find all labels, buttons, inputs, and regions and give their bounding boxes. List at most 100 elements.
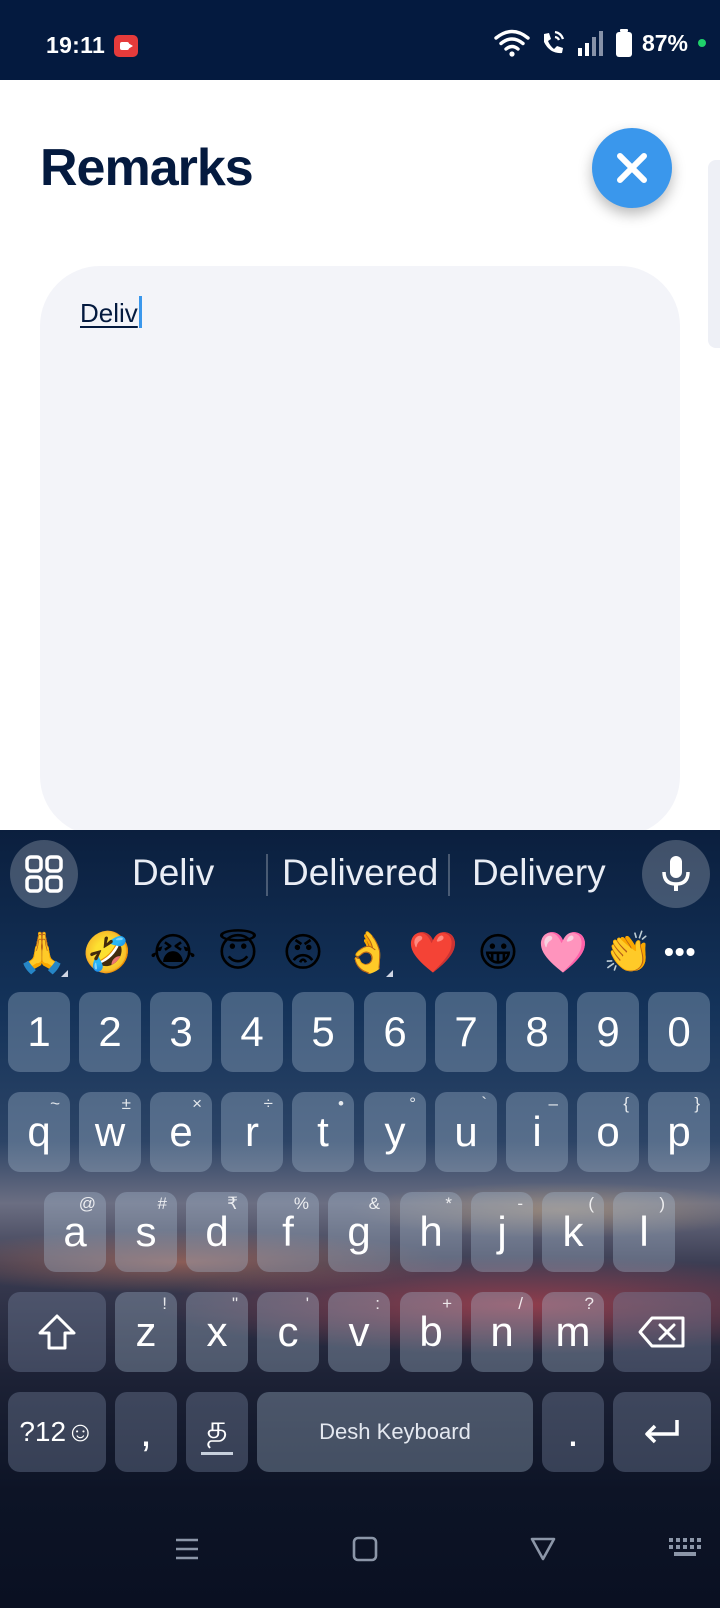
key-f[interactable]: f% <box>257 1192 319 1272</box>
language-switch-key[interactable]: த <box>186 1392 248 1472</box>
emoji-suggestion-row: 🙏 🤣 😭 😇 😡 👌 ❤️ 😀 🩷 👏 ••• <box>0 928 720 984</box>
key-hint: - <box>517 1194 523 1213</box>
key-hint: / <box>518 1294 523 1313</box>
key-k[interactable]: k( <box>542 1192 604 1272</box>
key-e[interactable]: e × <box>150 1092 212 1172</box>
key-hint: ° <box>409 1094 416 1113</box>
emoji-key[interactable]: 😇 <box>213 928 263 978</box>
key-s[interactable]: s # <box>115 1192 177 1272</box>
key-j[interactable]: j- <box>471 1192 533 1272</box>
key-hint: ` <box>481 1094 487 1113</box>
key-hint: @ <box>78 1194 96 1213</box>
key-w[interactable]: w ± <box>79 1092 141 1172</box>
close-button[interactable] <box>592 128 672 208</box>
remarks-textarea[interactable]: Deliv <box>40 266 680 836</box>
key-label: j <box>497 1208 507 1255</box>
key-r[interactable]: r ÷ <box>221 1092 283 1172</box>
enter-key[interactable] <box>613 1392 711 1472</box>
close-icon <box>617 153 647 183</box>
space-key[interactable]: Desh Keyboard <box>257 1392 533 1472</box>
more-emojis-button[interactable]: ••• <box>664 936 696 968</box>
key-label: q <box>27 1108 51 1155</box>
key-hint: ~ <box>50 1094 60 1113</box>
key-g[interactable]: g & <box>328 1192 390 1272</box>
emoji-key[interactable]: 😡 <box>278 928 328 978</box>
key-6[interactable]: 6 <box>364 992 426 1072</box>
key-hint: } <box>694 1094 700 1113</box>
status-time: 19:11 <box>46 32 106 58</box>
key-label: x <box>206 1308 228 1355</box>
key-hint: ? <box>584 1294 594 1313</box>
key-v[interactable]: v: <box>328 1292 390 1372</box>
key-a[interactable]: a @ <box>44 1192 106 1272</box>
key-label: m <box>555 1308 591 1355</box>
key-d[interactable]: d ₹ <box>186 1192 248 1272</box>
key-hint: " <box>231 1294 238 1313</box>
key-p[interactable]: p} <box>648 1092 710 1172</box>
key-8[interactable]: 8 <box>506 992 568 1072</box>
emoji-key[interactable]: 🩷 <box>538 928 588 978</box>
battery-percentage: 87% <box>641 29 688 56</box>
key-label: g <box>347 1208 371 1255</box>
key-z[interactable]: z! <box>115 1292 177 1372</box>
emoji-key[interactable]: 😀 <box>473 928 523 978</box>
key-label: o <box>596 1108 620 1155</box>
key-label: i <box>532 1108 542 1155</box>
voice-input-button[interactable] <box>642 840 710 908</box>
suggestion-1[interactable]: Deliv <box>132 852 214 894</box>
key-7[interactable]: 7 <box>435 992 497 1072</box>
key-hint: + <box>442 1294 452 1313</box>
key-hint: : <box>375 1294 380 1313</box>
key-x[interactable]: x " <box>186 1292 248 1372</box>
backspace-key[interactable] <box>613 1292 711 1372</box>
key-4[interactable]: 4 <box>221 992 283 1072</box>
emoji-key[interactable]: 😭 <box>148 928 198 978</box>
key-1[interactable]: 1 <box>8 992 70 1072</box>
back-icon[interactable] <box>530 1536 556 1562</box>
side-scroll-handle[interactable] <box>708 160 720 348</box>
key-b[interactable]: b + <box>400 1292 462 1372</box>
key-o[interactable]: o{ <box>577 1092 639 1172</box>
key-i[interactable]: i – <box>506 1092 568 1172</box>
emoji-key[interactable]: ❤️ <box>408 928 458 978</box>
page-title: Remarks <box>40 139 254 197</box>
keyboard-menu-button[interactable] <box>10 840 78 908</box>
key-h[interactable]: h * <box>400 1192 462 1272</box>
emoji-key[interactable]: 🙏 <box>17 928 67 978</box>
key-y[interactable]: y ° <box>364 1092 426 1172</box>
key-5[interactable]: 5 <box>292 992 354 1072</box>
symbols-key[interactable]: ?12☺ <box>8 1392 106 1472</box>
suggestion-3[interactable]: Delivery <box>472 852 606 894</box>
key-c[interactable]: c ' <box>257 1292 319 1372</box>
on-screen-keyboard: Deliv Delivered Delivery 🙏 🤣 😭 😇 😡 👌 ❤️ … <box>0 830 720 1608</box>
key-9[interactable]: 9 <box>577 992 639 1072</box>
key-m[interactable]: m? <box>542 1292 604 1372</box>
key-q[interactable]: q ~ <box>8 1092 70 1172</box>
wifi-icon <box>494 29 530 57</box>
shift-key[interactable] <box>8 1292 106 1372</box>
home-icon[interactable] <box>352 1536 378 1562</box>
key-label: b <box>419 1308 443 1355</box>
key-hint: ' <box>305 1294 309 1313</box>
recents-icon[interactable] <box>174 1536 200 1562</box>
period-key[interactable]: . <box>542 1392 604 1472</box>
key-hint: ! <box>162 1294 167 1313</box>
key-label: t <box>317 1108 329 1155</box>
emoji-key[interactable]: 👏 <box>603 928 653 978</box>
key-3[interactable]: 3 <box>150 992 212 1072</box>
remarks-text-value[interactable]: Deliv <box>80 296 142 329</box>
status-icons: 87% <box>494 28 706 58</box>
key-2[interactable]: 2 <box>79 992 141 1072</box>
key-t[interactable]: t • <box>292 1092 354 1172</box>
keyboard-hide-icon[interactable] <box>668 1536 702 1558</box>
key-l[interactable]: l) <box>613 1192 675 1272</box>
key-n[interactable]: n / <box>471 1292 533 1372</box>
key-label: h <box>419 1208 443 1255</box>
emoji-key[interactable]: 🤣 <box>82 928 132 978</box>
battery-icon <box>615 29 632 57</box>
suggestion-2[interactable]: Delivered <box>282 852 438 894</box>
key-u[interactable]: u ` <box>435 1092 497 1172</box>
key-label: k <box>562 1208 584 1255</box>
key-0[interactable]: 0 <box>648 992 710 1072</box>
comma-key[interactable]: , <box>115 1392 177 1472</box>
